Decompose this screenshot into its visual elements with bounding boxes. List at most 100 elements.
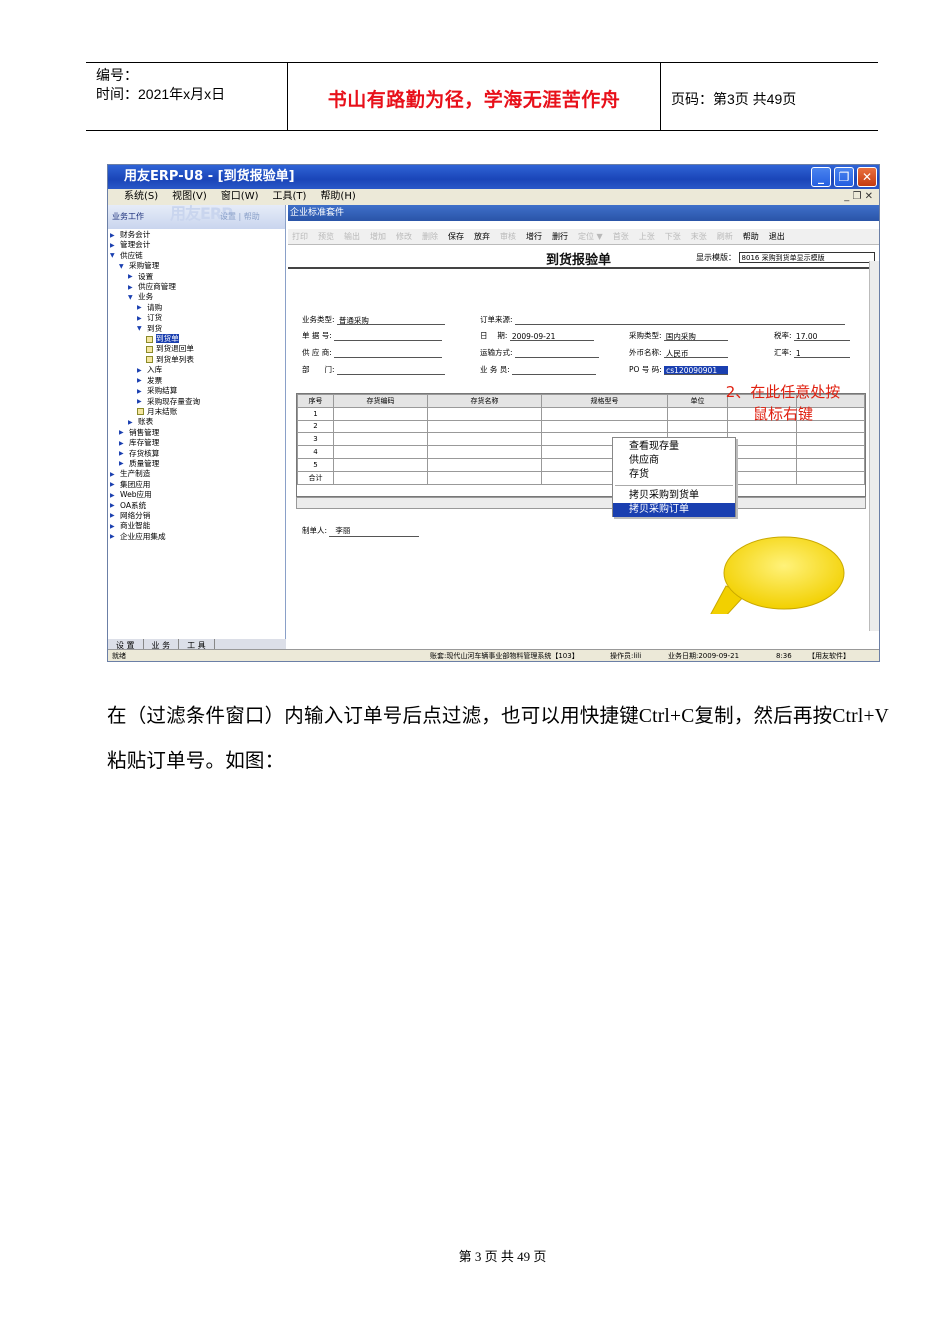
toolbar-button[interactable]: 审核 (500, 229, 516, 244)
column-header[interactable]: 存货编码 (333, 394, 428, 408)
table-cell[interactable] (427, 432, 542, 447)
tree-item[interactable]: ▶ Web应用 (110, 490, 285, 500)
tree-item[interactable]: ▼ 采购管理 (110, 261, 285, 271)
tree-item[interactable]: 月末结账 (110, 407, 285, 417)
tree-item[interactable]: ▶ 存货核算 (110, 449, 285, 459)
maker-field[interactable]: 李丽 (329, 525, 420, 537)
tree-item[interactable]: ▶ 入库 (110, 365, 285, 375)
toolbar-button[interactable]: 末张 (691, 229, 707, 244)
tree-item[interactable]: ▼ 供应链 (110, 251, 285, 261)
tree-item[interactable]: ▶ 供应商管理 (110, 282, 285, 292)
table-cell[interactable] (727, 470, 797, 485)
doc-no-field[interactable] (334, 332, 443, 341)
vertical-scrollbar[interactable] (869, 261, 879, 631)
tree-item[interactable]: 到货单 (110, 334, 285, 344)
toolbar-button[interactable]: 删除 (422, 229, 438, 244)
table-cell[interactable] (427, 419, 542, 434)
menu-item[interactable]: 帮助(H) (320, 189, 355, 205)
horizontal-scrollbar[interactable] (296, 497, 866, 509)
table-cell[interactable] (727, 457, 797, 472)
toolbar-button[interactable]: 帮助 (743, 229, 759, 244)
toolbar-button[interactable]: 刷新 (717, 229, 733, 244)
tree-item[interactable]: ▶ 财务会计 (110, 230, 285, 240)
close-icon[interactable]: ✕ (857, 167, 877, 187)
tree-item[interactable]: ▶ 订货 (110, 313, 285, 323)
toolbar-button[interactable]: 增行 (526, 229, 542, 244)
column-header[interactable]: 存货名称 (427, 394, 542, 408)
table-cell[interactable] (541, 406, 668, 421)
tree-item[interactable]: 到货单列表 (110, 355, 285, 365)
minimize-icon[interactable]: _ (811, 167, 831, 187)
toolbar-button[interactable]: 增加 (370, 229, 386, 244)
table-cell[interactable] (427, 406, 542, 421)
table-cell[interactable] (333, 406, 428, 421)
tree-item[interactable]: ▶ 请购 (110, 303, 285, 313)
tree-item[interactable]: ▶ 库存管理 (110, 438, 285, 448)
toolbar-button[interactable]: 修改 (396, 229, 412, 244)
table-cell[interactable] (333, 419, 428, 434)
tree-item[interactable]: ▶ 采购结算 (110, 386, 285, 396)
toolbar-button[interactable]: 输出 (344, 229, 360, 244)
menu-item[interactable]: 工具(T) (273, 189, 307, 205)
toolbar-button[interactable]: 打印 (292, 229, 308, 244)
context-menu-item[interactable]: 拷贝采购订单 (613, 503, 735, 517)
toolbar-button[interactable]: 上张 (639, 229, 655, 244)
dept-field[interactable] (336, 366, 445, 375)
table-cell[interactable] (541, 419, 668, 434)
table-row[interactable]: 4 (297, 445, 865, 459)
po-field[interactable]: cs120090901 (664, 366, 729, 375)
menu-item[interactable]: 系统(S) (124, 189, 158, 205)
table-cell[interactable] (333, 470, 428, 485)
context-menu-item[interactable]: 查看现存量 (613, 440, 735, 454)
tree-item[interactable]: ▼ 到货 (110, 324, 285, 334)
toolbar-button[interactable]: 预览 (318, 229, 334, 244)
supplier-field[interactable] (334, 349, 443, 358)
tree-item[interactable]: ▶ 质量管理 (110, 459, 285, 469)
table-cell[interactable] (427, 445, 542, 459)
table-cell[interactable] (795, 457, 865, 472)
tax-field[interactable]: 17.00 (793, 332, 850, 341)
tree-item[interactable]: ▶ 企业应用集成 (110, 532, 285, 542)
table-cell[interactable] (667, 406, 728, 421)
tree-item[interactable]: ▶ 管理会计 (110, 240, 285, 250)
toolbar-button[interactable]: 退出 (769, 229, 785, 244)
table-cell[interactable] (795, 432, 865, 447)
purchase-type-field[interactable]: 国内采购 (663, 332, 728, 341)
biz-type-field[interactable]: 普通采购 (336, 316, 445, 325)
toolbar-button[interactable]: 保存 (448, 229, 464, 244)
toolbar-button[interactable]: 放弃 (474, 229, 490, 244)
tree-item[interactable]: ▼ 业务 (110, 292, 285, 302)
tree-item[interactable]: ▶ 账表 (110, 417, 285, 427)
table-cell[interactable] (727, 445, 797, 459)
table-cell[interactable] (333, 457, 428, 472)
table-cell[interactable] (427, 470, 542, 485)
transport-field[interactable] (514, 349, 599, 358)
table-cell[interactable] (727, 432, 797, 447)
toolbar-button[interactable]: 定位 ▼ (578, 229, 603, 244)
column-header[interactable]: 规格型号 (541, 394, 668, 408)
column-header[interactable]: 单位 (667, 394, 728, 408)
toolbar-button[interactable]: 下张 (665, 229, 681, 244)
table-row[interactable]: 3 (297, 432, 865, 447)
tree-item[interactable]: ▶ 采购现存量查询 (110, 397, 285, 407)
date-field[interactable]: 2009-09-21 (509, 332, 594, 341)
table-cell[interactable] (333, 432, 428, 447)
table-cell[interactable] (427, 457, 542, 472)
table-cell[interactable] (333, 445, 428, 459)
template-select[interactable]: 8016 采购到货单显示模版 (738, 252, 875, 263)
tree-item[interactable]: ▶ 生产制造 (110, 469, 285, 479)
table-cell[interactable] (667, 419, 728, 434)
context-menu-item[interactable]: 供应商 (613, 454, 735, 468)
tree-item[interactable]: 到货退回单 (110, 344, 285, 354)
tree-item[interactable]: ▶ 商业智能 (110, 521, 285, 531)
table-row[interactable]: 5 (297, 457, 865, 472)
rate-field[interactable]: 1 (793, 349, 850, 358)
table-cell[interactable] (795, 445, 865, 459)
tree-item[interactable]: ▶ 集团应用 (110, 480, 285, 490)
sidebar-links[interactable]: 设置 | 帮助 (220, 205, 260, 229)
tree-item[interactable]: ▶ 设置 (110, 272, 285, 282)
table-cell[interactable] (795, 470, 865, 485)
context-menu-item[interactable]: 拷贝采购到货单 (613, 489, 735, 503)
toolbar-button[interactable]: 首张 (613, 229, 629, 244)
clerk-field[interactable] (512, 366, 597, 375)
